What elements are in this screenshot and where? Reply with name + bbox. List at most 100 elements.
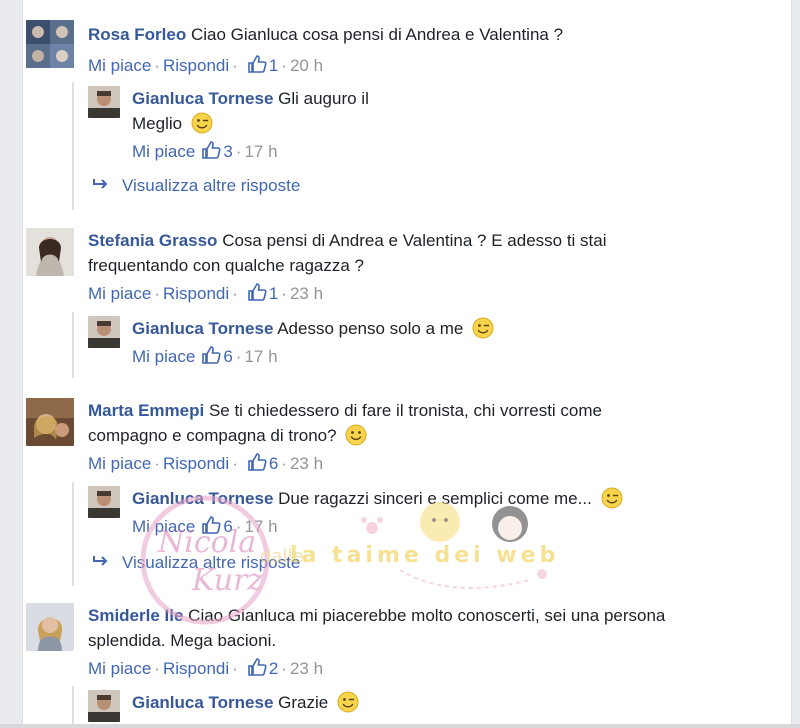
svg-text:la taime dei web: la taime dei web bbox=[290, 543, 559, 568]
reply-1: Gianluca Tornese Gli auguro il Meglio Mi… bbox=[88, 86, 688, 166]
comment-3: Marta Emmepi Se ti chiedessero di fare i… bbox=[26, 398, 766, 478]
like-count[interactable]: 6 bbox=[223, 517, 232, 536]
reply-author[interactable]: Gianluca Tornese bbox=[132, 693, 273, 712]
comment-text: Ciao Gianluca cosa pensi di Andrea e Val… bbox=[190, 25, 564, 44]
like-count[interactable]: 1 bbox=[269, 56, 278, 75]
reply-author[interactable]: Gianluca Tornese bbox=[132, 319, 273, 338]
separator: · bbox=[154, 56, 160, 75]
separator: · bbox=[281, 454, 287, 473]
separator: · bbox=[232, 284, 238, 303]
comment-2: Stefania Grasso Cosa pensi di Andrea e V… bbox=[26, 228, 766, 308]
comment-actions: Mi piace · Rispondi · 2 · 23 h bbox=[88, 657, 323, 682]
like-button[interactable]: Mi piace bbox=[132, 142, 195, 161]
separator: · bbox=[232, 659, 238, 678]
timestamp[interactable]: 23 h bbox=[290, 454, 323, 473]
comment-text: Se ti chiedessero di fare il tronista, c… bbox=[208, 401, 602, 420]
comment-actions: Mi piace · Rispondi · 1 · 20 h bbox=[88, 54, 323, 79]
like-count[interactable]: 6 bbox=[223, 347, 232, 366]
wink-emoji-icon bbox=[601, 487, 623, 509]
timestamp[interactable]: 20 h bbox=[290, 56, 323, 75]
wink-emoji-icon bbox=[472, 317, 494, 339]
timestamp[interactable]: 17 h bbox=[244, 142, 277, 161]
comment-1: Rosa Forleo Ciao Gianluca cosa pensi di … bbox=[26, 20, 766, 80]
reply-author[interactable]: Gianluca Tornese bbox=[132, 489, 273, 508]
view-more-replies-link[interactable]: Visualizza altre risposte bbox=[92, 553, 300, 573]
like-count[interactable]: 2 bbox=[269, 659, 278, 678]
like-button[interactable]: Mi piace bbox=[132, 517, 195, 536]
comment-text-line2: splendida. Mega bacioni. bbox=[88, 631, 277, 650]
reply-button[interactable]: Rispondi bbox=[163, 56, 229, 75]
thumbs-up-icon bbox=[201, 515, 221, 540]
wink-emoji-icon bbox=[191, 112, 213, 134]
view-more-label: Visualizza altre risposte bbox=[122, 176, 301, 195]
reply-arrow-icon bbox=[92, 553, 110, 573]
reply-text: Grazie bbox=[278, 693, 329, 712]
view-more-replies-link[interactable]: Visualizza altre risposte bbox=[92, 176, 300, 196]
thread-line bbox=[72, 482, 74, 586]
avatar[interactable] bbox=[26, 20, 74, 68]
comment-text: Cosa pensi di Andrea e Valentina ? E ade… bbox=[222, 231, 607, 250]
thumbs-up-icon bbox=[201, 345, 221, 370]
comment-text-line2: compagno e compagna di trono? bbox=[88, 426, 337, 445]
separator: · bbox=[232, 56, 238, 75]
avatar[interactable] bbox=[88, 86, 120, 118]
reply-2: Gianluca Tornese Adesso penso solo a me … bbox=[88, 316, 688, 370]
smile-emoji-icon bbox=[345, 424, 367, 446]
like-button[interactable]: Mi piace bbox=[88, 284, 151, 303]
thumbs-up-icon bbox=[247, 54, 267, 79]
separator: · bbox=[235, 517, 242, 536]
like-count[interactable]: 1 bbox=[269, 284, 278, 303]
reply-arrow-icon bbox=[92, 176, 110, 196]
reply-button[interactable]: Rispondi bbox=[163, 284, 229, 303]
reply-text-line2: Meglio bbox=[132, 114, 183, 133]
thread-line bbox=[72, 312, 74, 378]
avatar[interactable] bbox=[88, 486, 120, 518]
comment-actions: Mi piace · Rispondi · 6 · 23 h bbox=[88, 452, 323, 477]
separator: · bbox=[154, 284, 160, 303]
reply-text: Gli auguro il bbox=[278, 89, 369, 108]
like-button[interactable]: Mi piace bbox=[132, 347, 195, 366]
comment-actions: Mi piace · Rispondi · 1 · 23 h bbox=[88, 282, 323, 307]
timestamp[interactable]: 23 h bbox=[290, 659, 323, 678]
thread-line bbox=[72, 82, 74, 210]
bottom-edge bbox=[0, 724, 800, 728]
separator: · bbox=[232, 454, 238, 473]
avatar[interactable] bbox=[26, 228, 74, 276]
like-button[interactable]: Mi piace bbox=[88, 659, 151, 678]
comment-author[interactable]: Rosa Forleo bbox=[88, 25, 186, 44]
thumbs-up-icon bbox=[201, 140, 221, 165]
like-count[interactable]: 3 bbox=[223, 142, 232, 161]
timestamp[interactable]: 17 h bbox=[244, 347, 277, 366]
thumbs-up-icon bbox=[247, 282, 267, 307]
thread-line bbox=[72, 686, 74, 724]
reply-author[interactable]: Gianluca Tornese bbox=[132, 89, 273, 108]
comment-author[interactable]: Marta Emmepi bbox=[88, 401, 204, 420]
like-button[interactable]: Mi piace bbox=[88, 56, 151, 75]
separator: · bbox=[235, 142, 242, 161]
avatar[interactable] bbox=[88, 316, 120, 348]
comment-text: Ciao Gianluca mi piacerebbe molto conosc… bbox=[188, 606, 666, 625]
comment-author[interactable]: Smiderle Ile bbox=[88, 606, 183, 625]
right-frame bbox=[791, 0, 800, 728]
wink-emoji-icon bbox=[337, 691, 359, 713]
separator: · bbox=[154, 454, 160, 473]
avatar[interactable] bbox=[88, 690, 120, 722]
comment-text-line2: frequentando con qualche ragazza ? bbox=[88, 256, 364, 275]
like-count[interactable]: 6 bbox=[269, 454, 278, 473]
view-more-label: Visualizza altre risposte bbox=[122, 553, 301, 572]
like-button[interactable]: Mi piace bbox=[88, 454, 151, 473]
separator: · bbox=[235, 347, 242, 366]
reply-button[interactable]: Rispondi bbox=[163, 454, 229, 473]
thumbs-up-icon bbox=[247, 657, 267, 682]
left-frame bbox=[0, 0, 23, 728]
reply-text: Adesso penso solo a me bbox=[277, 319, 464, 338]
avatar[interactable] bbox=[26, 398, 74, 446]
reply-actions: Mi piace 6 · 17 h bbox=[132, 515, 278, 540]
separator: · bbox=[281, 659, 287, 678]
timestamp[interactable]: 17 h bbox=[244, 517, 277, 536]
separator: · bbox=[281, 284, 287, 303]
avatar[interactable] bbox=[26, 603, 74, 651]
reply-button[interactable]: Rispondi bbox=[163, 659, 229, 678]
comment-author[interactable]: Stefania Grasso bbox=[88, 231, 217, 250]
timestamp[interactable]: 23 h bbox=[290, 284, 323, 303]
